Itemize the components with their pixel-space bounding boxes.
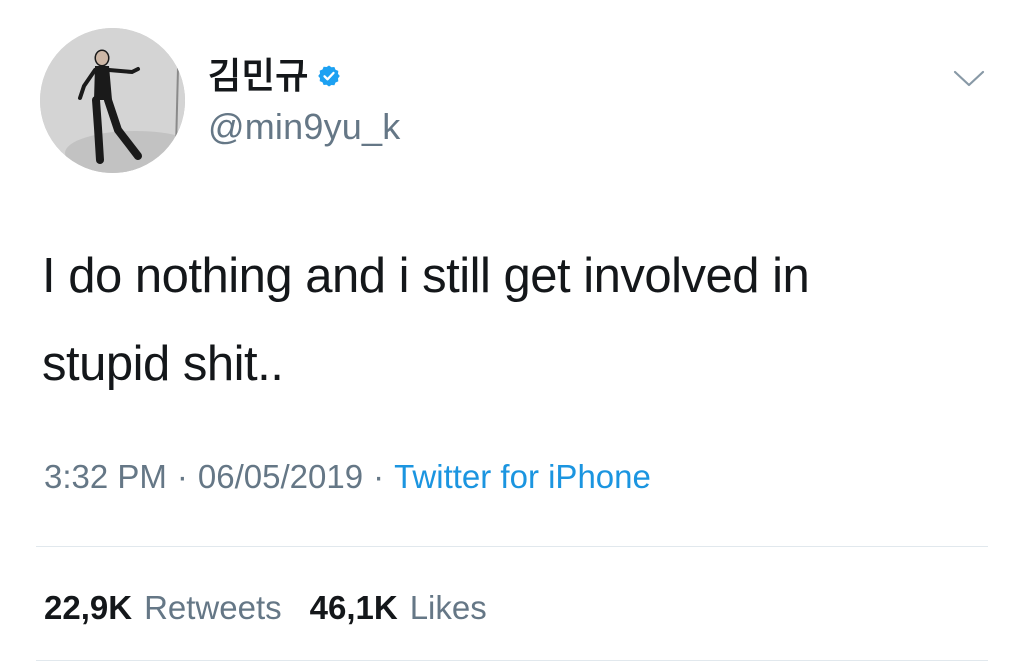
author-display-name[interactable]: 김민규 [208,56,309,96]
author-name-row[interactable]: 김민규 [208,56,341,96]
verified-badge-icon [318,65,340,87]
tweet-meta: 3:32 PM · 06/05/2019 · Twitter for iPhon… [44,452,651,502]
tweet-time[interactable]: 3:32 PM [44,452,167,502]
likes-stat[interactable]: 46,1K Likes [310,584,487,632]
chevron-down-icon[interactable] [951,66,987,90]
tweet-card: 김민규 @min9yu_k I do nothing and i still g… [0,0,1024,666]
likes-label: Likes [409,589,487,626]
tweet-date[interactable]: 06/05/2019 [198,452,363,502]
tweet-stats: 22,9K Retweets 46,1K Likes [44,584,515,632]
retweets-label: Retweets [144,589,282,626]
author-handle[interactable]: @min9yu_k [208,106,400,148]
avatar[interactable] [40,28,185,173]
retweets-stat[interactable]: 22,9K Retweets [44,584,282,632]
likes-count: 46,1K [309,589,398,626]
divider [36,660,988,661]
avatar-photo [40,28,185,173]
tweet-text: I do nothing and i still get involved in… [42,249,810,391]
meta-separator: · [373,458,385,495]
divider [36,546,988,547]
tweet-source-link[interactable]: Twitter for iPhone [394,452,651,502]
retweets-count: 22,9K [44,589,133,626]
meta-separator: · [176,458,188,495]
